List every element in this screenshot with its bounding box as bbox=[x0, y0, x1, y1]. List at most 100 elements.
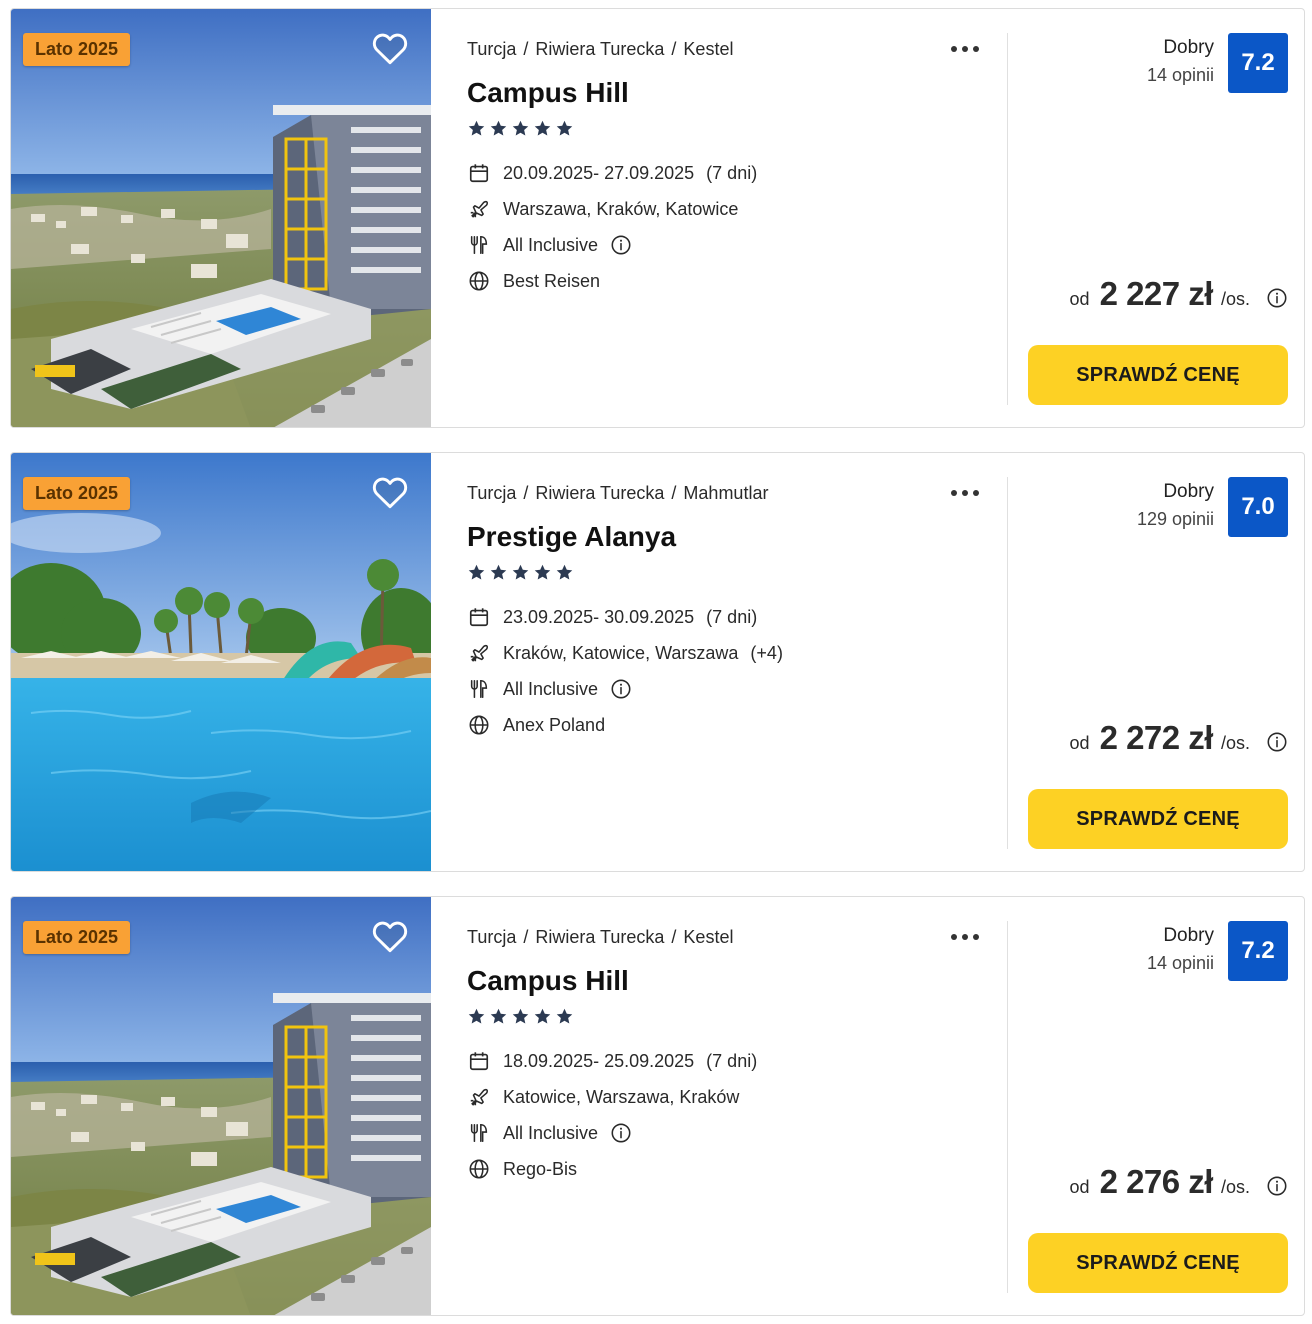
breadcrumb-item[interactable]: Turcja bbox=[467, 39, 516, 59]
star-icon bbox=[533, 563, 552, 583]
info-circle-icon[interactable] bbox=[1266, 731, 1288, 753]
info-circle-icon[interactable] bbox=[610, 234, 632, 256]
hotel-photo-area[interactable]: Lato 2025 bbox=[11, 897, 431, 1315]
check-price-button[interactable]: SPRAWDŹ CENĘ bbox=[1028, 345, 1288, 405]
breadcrumb-separator: / bbox=[671, 39, 677, 59]
star-icon bbox=[555, 1007, 574, 1027]
duration-text: (7 dni) bbox=[706, 606, 758, 627]
breadcrumb-item[interactable]: Riwiera Turecka bbox=[535, 39, 664, 59]
star-icon bbox=[467, 1007, 486, 1027]
board-text: All Inclusive bbox=[503, 1122, 599, 1143]
price-value: 2 272 zł bbox=[1099, 719, 1214, 756]
calendar-icon bbox=[467, 161, 491, 185]
price-unit: /os. bbox=[1220, 1177, 1250, 1197]
hotel-photo-area[interactable]: Lato 2025 bbox=[11, 453, 431, 871]
breadcrumb-item[interactable]: Riwiera Turecka bbox=[535, 483, 664, 503]
breadcrumb-separator: / bbox=[523, 483, 529, 503]
airports-more[interactable]: (+4) bbox=[750, 643, 783, 664]
rating-label: Dobry bbox=[1163, 37, 1214, 58]
board-type: All Inclusive bbox=[467, 1121, 632, 1145]
departure-airports: Warszawa, Kraków, Katowice bbox=[467, 197, 738, 221]
more-dots-icon[interactable] bbox=[949, 927, 981, 947]
season-badge: Lato 2025 bbox=[23, 921, 131, 954]
board-text: All Inclusive bbox=[503, 234, 599, 255]
rating-score-badge: 7.2 bbox=[1228, 921, 1288, 981]
dates-text: 20.09.2025- 27.09.2025 bbox=[503, 162, 695, 183]
dates-text: 23.09.2025- 30.09.2025 bbox=[503, 606, 695, 627]
reviews-count[interactable]: 14 opinii bbox=[1147, 953, 1214, 974]
breadcrumb-item[interactable]: Mahmutlar bbox=[683, 483, 768, 503]
duration-text: (7 dni) bbox=[706, 1050, 758, 1071]
offer-details: Turcja / Riwiera Turecka / Mahmutlar Prestig… bbox=[467, 453, 987, 871]
operator-text: Best Reisen bbox=[503, 270, 601, 291]
breadcrumb-separator: / bbox=[671, 927, 677, 947]
breadcrumb-item[interactable]: Turcja bbox=[467, 927, 516, 947]
season-badge: Lato 2025 bbox=[23, 477, 131, 510]
hotel-photo-area[interactable]: Lato 2025 bbox=[11, 9, 431, 427]
price-prefix: od bbox=[1069, 289, 1090, 309]
plane-icon bbox=[467, 1085, 491, 1109]
info-circle-icon[interactable] bbox=[610, 1122, 632, 1144]
price-prefix: od bbox=[1069, 1177, 1090, 1197]
star-icon bbox=[511, 563, 530, 583]
offer-card[interactable]: Lato 2025 Turcja / Riwiera Turecka / Kestel … bbox=[10, 896, 1305, 1316]
offer-card[interactable]: Lato 2025 Turcja / Riwiera Turecka / Kestel … bbox=[10, 8, 1305, 428]
star-rating bbox=[467, 563, 574, 583]
board-text: All Inclusive bbox=[503, 678, 599, 699]
price: od 2 276 zł /os. bbox=[1070, 1163, 1250, 1203]
check-price-button[interactable]: SPRAWDŹ CENĘ bbox=[1028, 789, 1288, 849]
airports-text: Katowice, Warszawa, Kraków bbox=[503, 1086, 740, 1107]
offer-card[interactable]: Lato 2025 Turcja / Riwiera Turecka / Mahmutl… bbox=[10, 452, 1305, 872]
reviews-count[interactable]: 14 opinii bbox=[1147, 65, 1214, 86]
check-price-button[interactable]: SPRAWDŹ CENĘ bbox=[1028, 1233, 1288, 1293]
trip-dates: 20.09.2025- 27.09.2025 (7 dni) bbox=[467, 161, 757, 185]
trip-dates: 18.09.2025- 25.09.2025 (7 dni) bbox=[467, 1049, 757, 1073]
dates-text: 18.09.2025- 25.09.2025 bbox=[503, 1050, 695, 1071]
more-dots-icon[interactable] bbox=[949, 39, 981, 59]
operator-text: Rego-Bis bbox=[503, 1158, 578, 1179]
departure-airports: Kraków, Katowice, Warszawa (+4) bbox=[467, 641, 783, 665]
more-dots-icon[interactable] bbox=[949, 483, 981, 503]
airports-text: Kraków, Katowice, Warszawa bbox=[503, 642, 739, 663]
breadcrumb-separator: / bbox=[523, 39, 529, 59]
reviews-count[interactable]: 129 opinii bbox=[1137, 509, 1214, 530]
hotel-name[interactable]: Prestige Alanya bbox=[467, 521, 676, 553]
offer-details: Turcja / Riwiera Turecka / Kestel Campus Hil… bbox=[467, 9, 987, 427]
info-circle-icon[interactable] bbox=[610, 678, 632, 700]
star-icon bbox=[489, 1007, 508, 1027]
info-circle-icon[interactable] bbox=[1266, 1175, 1288, 1197]
season-badge: Lato 2025 bbox=[23, 33, 131, 66]
star-icon bbox=[467, 119, 486, 139]
duration-text: (7 dni) bbox=[706, 162, 758, 183]
cutlery-icon bbox=[467, 1121, 491, 1145]
star-icon bbox=[489, 563, 508, 583]
cutlery-icon bbox=[467, 677, 491, 701]
board-type: All Inclusive bbox=[467, 677, 632, 701]
breadcrumb-separator: / bbox=[671, 483, 677, 503]
favorite-heart-icon[interactable] bbox=[371, 475, 409, 509]
price-unit: /os. bbox=[1220, 289, 1250, 309]
favorite-heart-icon[interactable] bbox=[371, 919, 409, 953]
hotel-name[interactable]: Campus Hill bbox=[467, 965, 629, 997]
price: od 2 272 zł /os. bbox=[1070, 719, 1250, 759]
rating-label: Dobry bbox=[1163, 925, 1214, 946]
breadcrumb-item[interactable]: Kestel bbox=[683, 39, 733, 59]
calendar-icon bbox=[467, 1049, 491, 1073]
location-breadcrumb: Turcja / Riwiera Turecka / Kestel bbox=[467, 39, 733, 60]
breadcrumb-item[interactable]: Turcja bbox=[467, 483, 516, 503]
hotel-photo bbox=[11, 9, 431, 427]
hotel-name[interactable]: Campus Hill bbox=[467, 77, 629, 109]
operator-text: Anex Poland bbox=[503, 714, 606, 735]
airports-text: Warszawa, Kraków, Katowice bbox=[503, 198, 739, 219]
rating-label: Dobry bbox=[1163, 481, 1214, 502]
star-icon bbox=[533, 1007, 552, 1027]
favorite-heart-icon[interactable] bbox=[371, 31, 409, 65]
star-icon bbox=[511, 1007, 530, 1027]
star-rating bbox=[467, 1007, 574, 1027]
info-circle-icon[interactable] bbox=[1266, 287, 1288, 309]
rating-score-badge: 7.0 bbox=[1228, 477, 1288, 537]
star-icon bbox=[511, 119, 530, 139]
price-value: 2 227 zł bbox=[1099, 275, 1214, 312]
breadcrumb-item[interactable]: Kestel bbox=[683, 927, 733, 947]
breadcrumb-item[interactable]: Riwiera Turecka bbox=[535, 927, 664, 947]
